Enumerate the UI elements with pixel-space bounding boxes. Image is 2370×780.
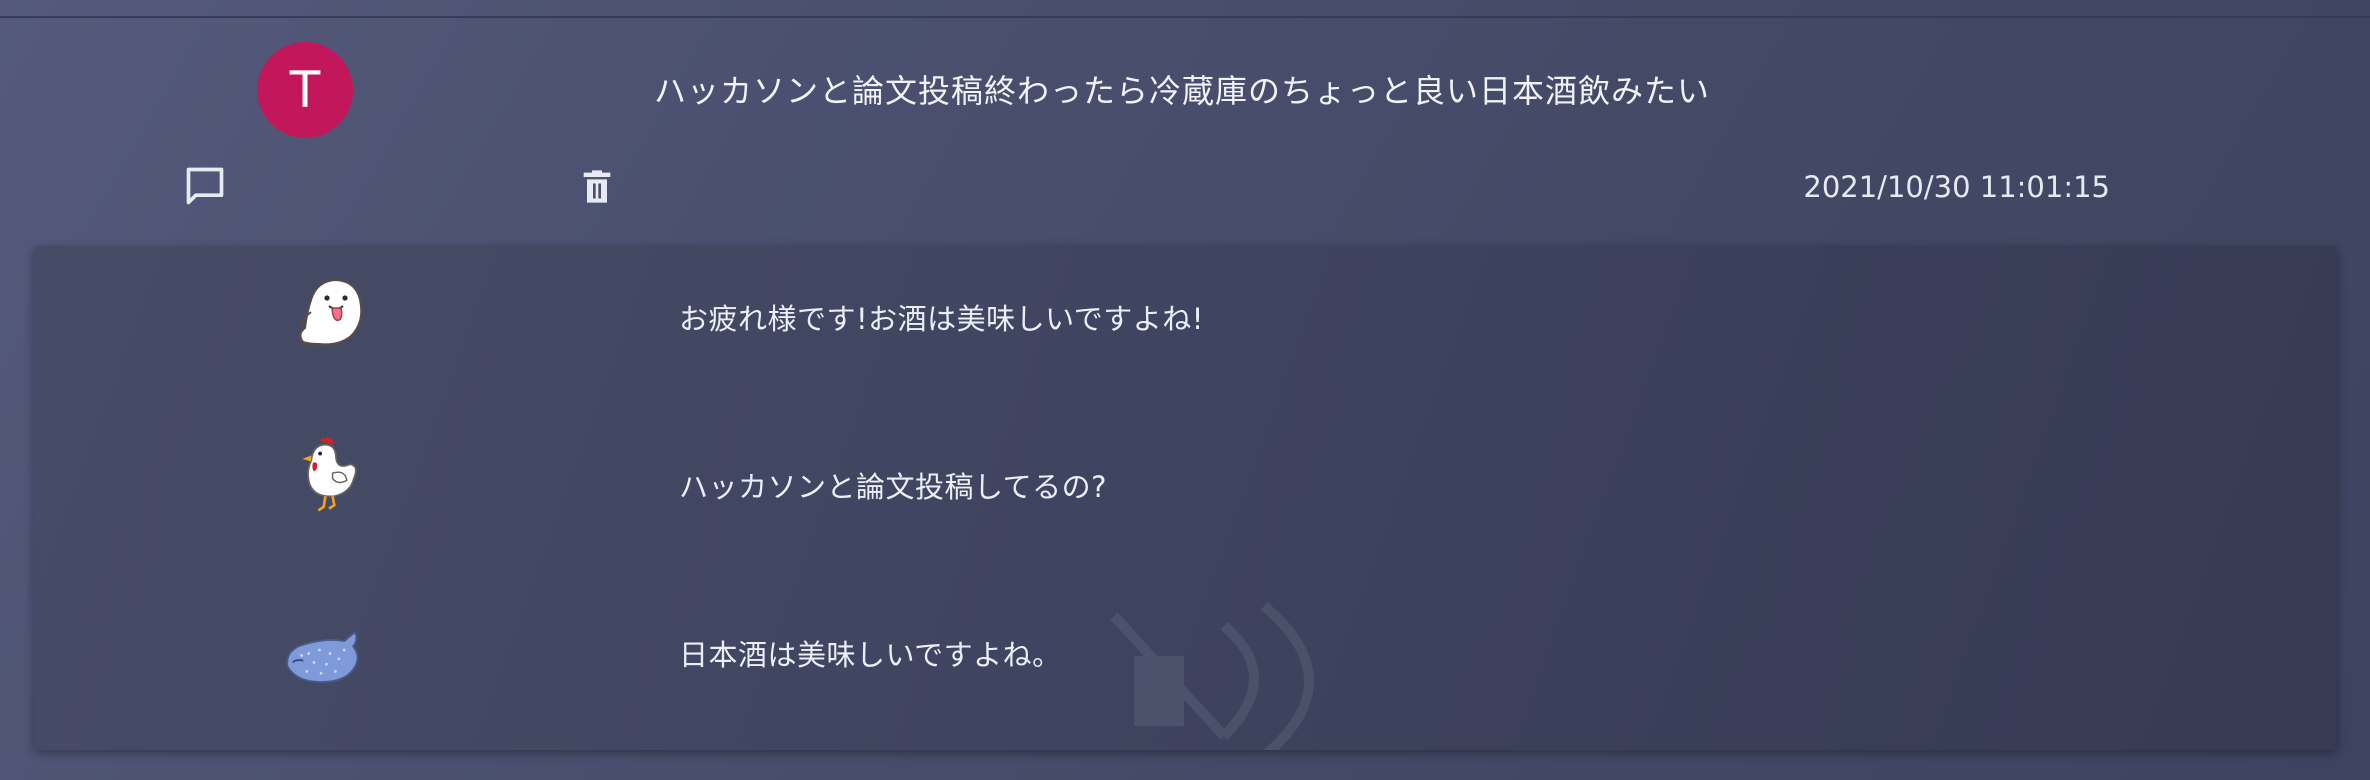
post-timestamp: 2021/10/30 11:01:15 xyxy=(1803,170,2110,204)
top-divider xyxy=(0,16,2370,18)
delete-button[interactable] xyxy=(571,160,623,212)
reply-text: 日本酒は美味しいですよね。 xyxy=(679,638,1062,672)
reply-item: お疲れ様です!お酒は美味しいですよね! xyxy=(34,246,2337,414)
chicken-avatar-icon xyxy=(302,436,357,512)
comment-button[interactable] xyxy=(179,160,231,212)
blue-fish-avatar-icon xyxy=(286,630,359,683)
ghost-avatar-icon xyxy=(299,278,363,346)
comment-icon xyxy=(186,167,224,205)
reply-item: ハッカソンと論文投稿してるの? xyxy=(34,414,2337,582)
reply-list: お疲れ様です!お酒は美味しいですよね! ハッカソンと論文投稿してるの? 日本酒は… xyxy=(34,246,2337,750)
post-avatar: T xyxy=(257,42,353,138)
post-text: ハッカソンと論文投稿終わったら冷蔵庫のちょっと良い日本酒飲みたい xyxy=(654,72,1711,110)
trash-icon xyxy=(583,170,611,203)
reply-text: ハッカソンと論文投稿してるの? xyxy=(679,470,1108,504)
reply-item: 日本酒は美味しいですよね。 xyxy=(34,582,2337,750)
reply-text: お疲れ様です!お酒は美味しいですよね! xyxy=(679,302,1204,336)
